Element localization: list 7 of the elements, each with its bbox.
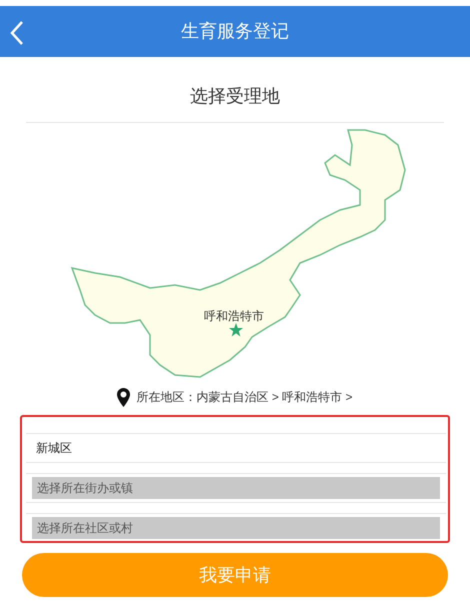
select-field[interactable]: 选择所在社区或村 [32,517,440,539]
section-title: 选择受理地 [190,85,280,108]
page-title: 生育服务登记 [181,20,289,43]
location-path: 所在地区：内蒙古自治区 > 呼和浩特市 > [136,389,353,406]
city-label: 呼和浩特市 [204,308,264,325]
select-field[interactable]: 选择所在街办或镇 [32,477,440,499]
district-field[interactable]: 新城区 [26,434,446,462]
